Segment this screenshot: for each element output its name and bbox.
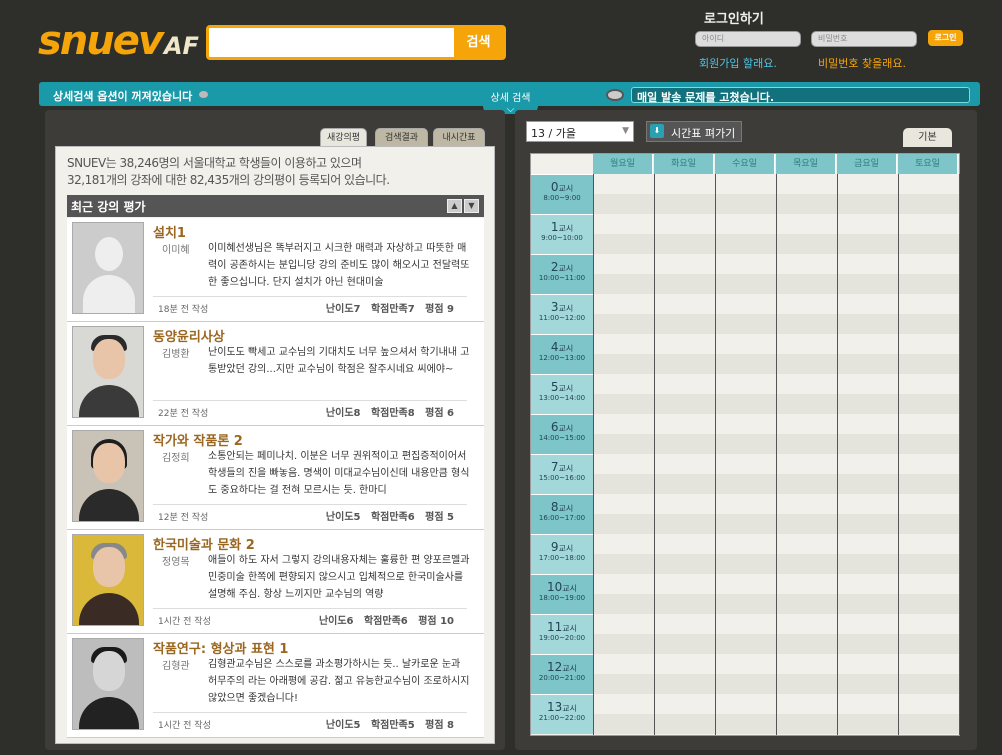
review-card[interactable]: 동양윤리사상 김병환 난이도도 빡세고 교수님의 기대치도 너무 높으셔서 학기… [67, 322, 484, 426]
chevron-up-icon[interactable]: ▲ [447, 199, 462, 213]
professor-name: 정영목 [162, 557, 190, 568]
review-time: 12분 전 작성 [158, 513, 209, 523]
avatar [72, 222, 144, 314]
tab-basic[interactable]: 기본 [903, 128, 952, 147]
chevron-down-icon[interactable]: ▼ [464, 199, 479, 213]
login-button[interactable]: 로그인 [928, 30, 963, 46]
course-title[interactable]: 한국미술과 문화 2 [153, 534, 255, 553]
tab-new-reviews[interactable]: 새강의평 [320, 128, 367, 147]
avatar [72, 430, 144, 522]
tab-search-results[interactable]: 검색결과 [375, 128, 428, 147]
grid-line [593, 174, 594, 735]
day-header: 금요일 [837, 154, 897, 174]
review-metrics: 난이도6 학점만족6 평점 10 [318, 616, 454, 627]
review-text: 김형관교수님은 스스로를 과소평가하시는 듯.. 날카로운 눈과 허무주의 라는… [208, 659, 470, 704]
dropdown-arrow-icon: ▼ [622, 126, 629, 136]
avatar [72, 326, 144, 418]
period-label: 12교시 20:00~21:00 [531, 654, 593, 694]
login-password-input[interactable]: 비밀번호 [811, 31, 917, 47]
professor-name: 김병환 [162, 349, 190, 360]
grid-line [776, 174, 777, 735]
period-label: 9교시 17:00~18:00 [531, 534, 593, 574]
notice-banner: 매일 발송 문제를 고쳤습니다. [631, 87, 970, 104]
grid-line [715, 174, 716, 735]
find-password-link[interactable]: 비밀번호 찾을래요. [818, 55, 906, 71]
eye-icon [606, 89, 624, 101]
review-time: 1시간 전 작성 [158, 617, 211, 627]
review-metrics: 난이도8 학점만족8 평점 6 [325, 408, 454, 419]
review-text: 이미혜선생님은 똑부러지고 시크한 매력과 자상하고 따뜻한 매력이 공존하시는… [208, 243, 470, 288]
period-label: 5교시 13:00~14:00 [531, 374, 593, 414]
day-header: 월요일 [593, 154, 653, 174]
tab-my-timetable[interactable]: 내시간표 [433, 128, 485, 147]
review-card[interactable]: 설치1 이미혜 이미혜선생님은 똑부러지고 시크한 매력과 자상하고 따뜻한 매… [67, 218, 484, 322]
review-time: 1시간 전 작성 [158, 721, 211, 731]
period-label: 11교시 19:00~20:00 [531, 614, 593, 654]
review-metrics: 난이도5 학점만족6 평점 5 [325, 512, 454, 523]
semester-select[interactable]: 13 / 가을 ▼ [526, 121, 634, 142]
period-label: 10교시 18:00~19:00 [531, 574, 593, 614]
day-header: 수요일 [715, 154, 775, 174]
review-card[interactable]: 작품연구: 형상과 표현 1 김형관 김형관교수님은 스스로를 과소평가하시는 … [67, 634, 484, 738]
signup-link[interactable]: 회원가입 할래요. [699, 55, 777, 71]
grid-line [837, 174, 838, 735]
course-title[interactable]: 동양윤리사상 [153, 326, 225, 345]
course-title[interactable]: 작품연구: 형상과 표현 1 [153, 638, 288, 657]
review-card[interactable]: 한국미술과 문화 2 정영목 애들이 하도 자서 그렇지 강의내용자체는 훌륭한… [67, 530, 484, 634]
review-time: 22분 전 작성 [158, 409, 209, 419]
login-title: 로그인하기 [704, 12, 764, 27]
period-label: 1교시 9:00~10:00 [531, 214, 593, 254]
professor-name: 김형관 [162, 661, 190, 672]
review-text: 소통안되는 페미나치. 이분은 너무 권위적이고 편집증적이어서 학생들의 진을… [208, 451, 470, 496]
day-header: 목요일 [776, 154, 836, 174]
period-label: 2교시 10:00~11:00 [531, 254, 593, 294]
review-metrics: 난이도7 학점만족7 평점 9 [325, 304, 454, 315]
site-stats: SNUEV는 38,246명의 서울대학교 학생들이 이용하고 있으며 32,1… [67, 155, 390, 189]
review-metrics: 난이도5 학점만족5 평점 8 [325, 720, 454, 731]
timetable-corner [531, 154, 593, 174]
course-title[interactable]: 설치1 [153, 222, 186, 241]
course-title[interactable]: 작가와 작품론 2 [153, 430, 243, 449]
period-label: 3교시 11:00~12:00 [531, 294, 593, 334]
review-text: 애들이 하도 자서 그렇지 강의내용자체는 훌륭한 편 양포르멜과 민중미술 한… [208, 555, 470, 600]
period-label: 8교시 16:00~17:00 [531, 494, 593, 534]
search-button[interactable]: 검색 [454, 28, 503, 57]
review-time: 18분 전 작성 [158, 305, 209, 315]
stats-line-1: SNUEV는 38,246명의 서울대학교 학생들이 이용하고 있으며 [67, 156, 362, 170]
login-id-input[interactable]: 아이디 [695, 31, 801, 47]
review-card[interactable]: 작가와 작품론 2 김정희 소통안되는 페미나치. 이분은 너무 권위적이고 편… [67, 426, 484, 530]
site-logo[interactable]: snuevAF [38, 18, 199, 64]
chevron-down-icon: ⌵ [506, 104, 515, 115]
detail-search-status: 상세검색 옵션이 꺼져있습니다 [53, 90, 193, 103]
review-text: 난이도도 빡세고 교수님의 기대치도 너무 높으셔서 학기내내 고통받았던 강의… [208, 347, 470, 375]
period-label: 7교시 15:00~16:00 [531, 454, 593, 494]
grid-line [959, 174, 960, 735]
period-label: 6교시 14:00~15:00 [531, 414, 593, 454]
avatar [72, 638, 144, 730]
period-label: 4교시 12:00~13:00 [531, 334, 593, 374]
timetable: 월요일 화요일 수요일 목요일 금요일 토요일 0교시 8:00~9:00 1교시 9:00~10… [530, 153, 960, 736]
stats-line-2: 32,181개의 강좌에 대한 82,435개의 강의평이 등록되어 있습니다. [67, 173, 390, 187]
grid-line [654, 174, 655, 735]
avatar [72, 534, 144, 626]
download-icon: ⬇ [650, 124, 664, 138]
day-header: 토요일 [898, 154, 958, 174]
period-label: 13교시 21:00~22:00 [531, 694, 593, 734]
search-box: 검색 [206, 25, 506, 60]
search-input[interactable] [211, 30, 454, 55]
professor-name: 이미혜 [162, 245, 190, 256]
professor-name: 김정희 [162, 453, 190, 464]
grid-line [898, 174, 899, 735]
day-header: 화요일 [654, 154, 714, 174]
toggle-icon[interactable] [199, 91, 208, 98]
recent-reviews-header: 최근 강의 평가 [67, 195, 484, 217]
period-label: 0교시 8:00~9:00 [531, 174, 593, 214]
